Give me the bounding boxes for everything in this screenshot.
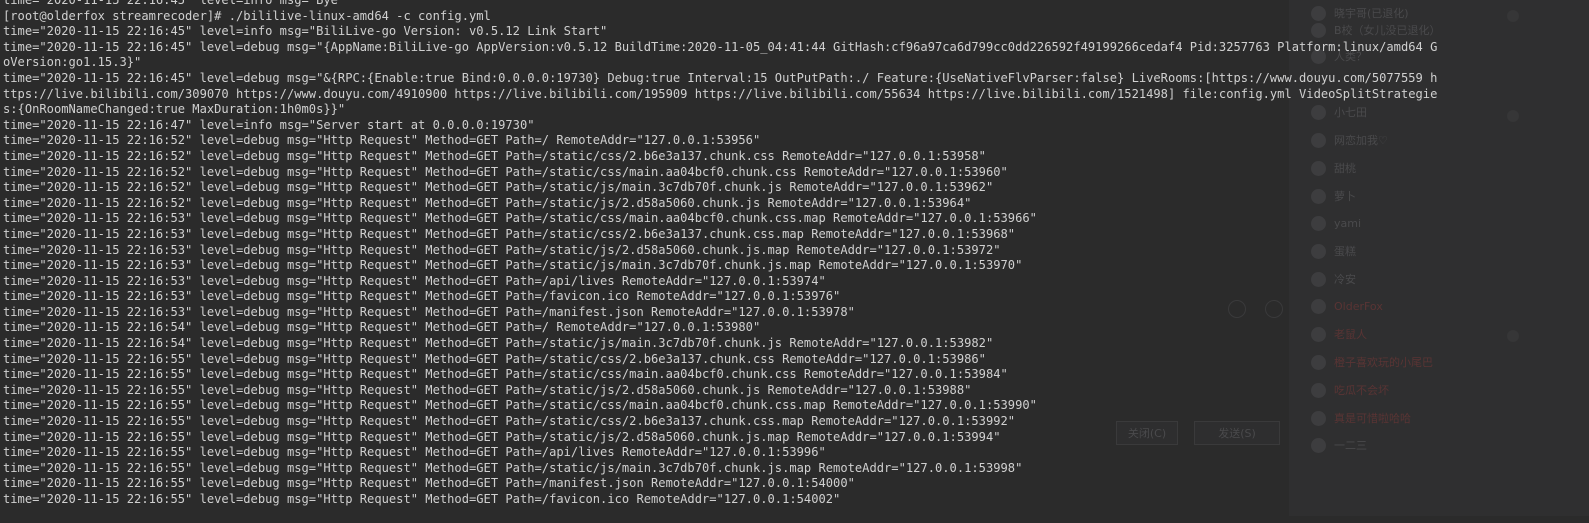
terminal-line: time="2020-11-15 22:16:53" level=debug m…: [3, 273, 826, 288]
terminal-line: time="2020-11-15 22:16:45" level=info ms…: [3, 24, 608, 39]
terminal-line: ttps://live.bilibili.com/309070 https://…: [3, 86, 1438, 101]
terminal-line: time="2020-11-15 22:16:54" level=debug m…: [3, 320, 761, 335]
terminal-line: time="2020-11-15 22:16:45" level=info ms…: [3, 0, 346, 7]
terminal-line: time="2020-11-15 22:16:55" level=debug m…: [3, 429, 1001, 444]
terminal-line: time="2020-11-15 22:16:45" level=debug m…: [3, 70, 1438, 85]
terminal-line: time="2020-11-15 22:16:55" level=debug m…: [3, 398, 1037, 413]
terminal-line: time="2020-11-15 22:16:55" level=debug m…: [3, 367, 1008, 382]
terminal-line: time="2020-11-15 22:16:55" level=debug m…: [3, 445, 826, 460]
terminal-line: time="2020-11-15 22:16:55" level=debug m…: [3, 460, 1023, 475]
terminal-output[interactable]: time="2020-11-15 22:16:45" level=info ms…: [0, 0, 1589, 523]
terminal-line: time="2020-11-15 22:16:55" level=debug m…: [3, 492, 841, 506]
terminal-line: time="2020-11-15 22:16:55" level=debug m…: [3, 351, 986, 366]
terminal-line: time="2020-11-15 22:16:52" level=debug m…: [3, 164, 1008, 179]
terminal-line: time="2020-11-15 22:16:55" level=debug m…: [3, 382, 972, 397]
terminal-line: time="2020-11-15 22:16:52" level=debug m…: [3, 195, 972, 210]
terminal-line: time="2020-11-15 22:16:53" level=debug m…: [3, 258, 1023, 273]
terminal-line: time="2020-11-15 22:16:54" level=debug m…: [3, 336, 994, 351]
terminal-line: time="2020-11-15 22:16:52" level=debug m…: [3, 148, 986, 163]
terminal-line: time="2020-11-15 22:16:52" level=debug m…: [3, 133, 761, 148]
terminal-line: time="2020-11-15 22:16:47" level=info ms…: [3, 117, 535, 132]
terminal-line: time="2020-11-15 22:16:53" level=debug m…: [3, 226, 1016, 241]
terminal-line: time="2020-11-15 22:16:55" level=debug m…: [3, 476, 855, 491]
terminal-line: [root@olderfox streamrecoder]# ./bililiv…: [3, 8, 491, 23]
terminal-line: s:{OnRoomNameChanged:true MaxDuration:1h…: [3, 102, 346, 117]
terminal-line: time="2020-11-15 22:16:53" level=debug m…: [3, 304, 855, 319]
terminal-line: time="2020-11-15 22:16:52" level=debug m…: [3, 180, 994, 195]
terminal-line: time="2020-11-15 22:16:45" level=debug m…: [3, 39, 1438, 54]
terminal-line: oVersion:go1.15.3}": [3, 55, 142, 70]
terminal-line: time="2020-11-15 22:16:53" level=debug m…: [3, 289, 841, 304]
terminal-line: time="2020-11-15 22:16:53" level=debug m…: [3, 211, 1037, 226]
terminal-line: time="2020-11-15 22:16:53" level=debug m…: [3, 242, 1001, 257]
terminal-line: time="2020-11-15 22:16:55" level=debug m…: [3, 414, 1016, 429]
